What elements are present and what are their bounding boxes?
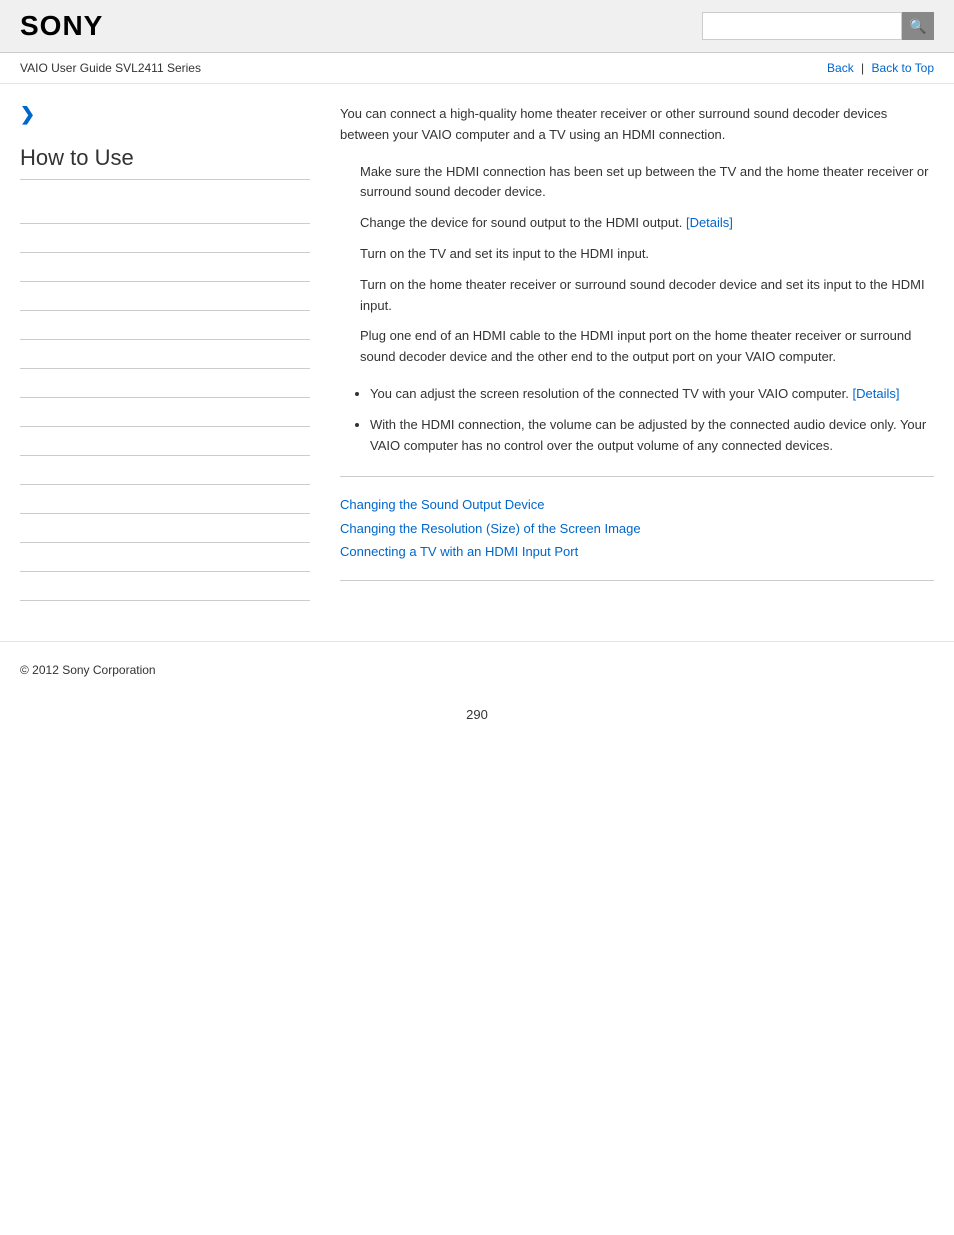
related-link-1[interactable]: Changing the Sound Output Device <box>340 493 934 516</box>
sidebar-link[interactable] <box>20 260 310 274</box>
back-link[interactable]: Back <box>827 61 854 75</box>
list-item[interactable] <box>20 514 310 543</box>
step-4-text: Turn on the home theater receiver or sur… <box>360 277 925 313</box>
search-button[interactable]: 🔍 <box>902 12 934 40</box>
sidebar-link[interactable] <box>20 231 310 245</box>
note-1: You can adjust the screen resolution of … <box>370 384 934 405</box>
sidebar-chevron-icon[interactable]: ❯ <box>20 104 310 125</box>
sidebar-title: How to Use <box>20 145 310 180</box>
step-2-text: Change the device for sound output to th… <box>360 215 682 230</box>
note-2: With the HDMI connection, the volume can… <box>370 415 934 457</box>
list-item[interactable] <box>20 456 310 485</box>
sidebar-link[interactable] <box>20 347 310 361</box>
related-link-3[interactable]: Connecting a TV with an HDMI Input Port <box>340 540 934 563</box>
step-1: Make sure the HDMI connection has been s… <box>360 162 934 204</box>
step-1-text: Make sure the HDMI connection has been s… <box>360 164 928 200</box>
notes-list: You can adjust the screen resolution of … <box>370 384 934 456</box>
sidebar-link[interactable] <box>20 521 310 535</box>
breadcrumb-separator: | <box>861 61 864 75</box>
step-4: Turn on the home theater receiver or sur… <box>360 275 934 317</box>
step-3-text: Turn on the TV and set its input to the … <box>360 246 649 261</box>
section-divider <box>340 476 934 477</box>
breadcrumb-bar: VAIO User Guide SVL2411 Series Back | Ba… <box>0 53 954 84</box>
footer: © 2012 Sony Corporation <box>0 641 954 697</box>
list-item[interactable] <box>20 224 310 253</box>
header: SONY 🔍 <box>0 0 954 53</box>
search-container: 🔍 <box>702 12 934 40</box>
sidebar-link[interactable] <box>20 202 310 216</box>
content-wrapper: ❯ How to Use You can connect a high-qual… <box>0 84 954 621</box>
search-input[interactable] <box>702 12 902 40</box>
related-link-2[interactable]: Changing the Resolution (Size) of the Sc… <box>340 517 934 540</box>
step-2-details-link[interactable]: [Details] <box>686 215 733 230</box>
list-item[interactable] <box>20 427 310 456</box>
breadcrumb-nav: Back | Back to Top <box>827 61 934 75</box>
steps-container: Make sure the HDMI connection has been s… <box>340 162 934 368</box>
page-number: 290 <box>0 697 954 732</box>
step-5-text: Plug one end of an HDMI cable to the HDM… <box>360 328 911 364</box>
sidebar-link[interactable] <box>20 405 310 419</box>
note-1-text: You can adjust the screen resolution of … <box>370 386 849 401</box>
sidebar-link[interactable] <box>20 434 310 448</box>
steps-list: Make sure the HDMI connection has been s… <box>360 162 934 368</box>
search-icon: 🔍 <box>909 18 926 35</box>
step-5: Plug one end of an HDMI cable to the HDM… <box>360 326 934 368</box>
copyright-text: © 2012 Sony Corporation <box>20 663 156 677</box>
sidebar-link[interactable] <box>20 318 310 332</box>
note-2-text: With the HDMI connection, the volume can… <box>370 417 926 453</box>
step-2: Change the device for sound output to th… <box>360 213 934 234</box>
guide-title: VAIO User Guide SVL2411 Series <box>20 61 201 75</box>
section-divider-bottom <box>340 580 934 581</box>
list-item[interactable] <box>20 340 310 369</box>
intro-text: You can connect a high-quality home thea… <box>340 104 934 146</box>
list-item[interactable] <box>20 485 310 514</box>
sidebar: ❯ How to Use <box>20 104 330 601</box>
list-item[interactable] <box>20 195 310 224</box>
related-links: Changing the Sound Output Device Changin… <box>340 493 934 563</box>
list-item[interactable] <box>20 572 310 601</box>
sidebar-link[interactable] <box>20 550 310 564</box>
list-item[interactable] <box>20 282 310 311</box>
note-1-details-link[interactable]: [Details] <box>853 386 900 401</box>
back-to-top-link[interactable]: Back to Top <box>872 61 934 75</box>
list-item[interactable] <box>20 398 310 427</box>
list-item[interactable] <box>20 369 310 398</box>
sidebar-nav-list <box>20 195 310 601</box>
list-item[interactable] <box>20 543 310 572</box>
sidebar-link[interactable] <box>20 289 310 303</box>
sidebar-link[interactable] <box>20 376 310 390</box>
sidebar-link[interactable] <box>20 579 310 593</box>
main-content: You can connect a high-quality home thea… <box>330 104 934 601</box>
sidebar-link[interactable] <box>20 463 310 477</box>
sony-logo: SONY <box>20 10 103 42</box>
step-3: Turn on the TV and set its input to the … <box>360 244 934 265</box>
sidebar-link[interactable] <box>20 492 310 506</box>
list-item[interactable] <box>20 311 310 340</box>
list-item[interactable] <box>20 253 310 282</box>
